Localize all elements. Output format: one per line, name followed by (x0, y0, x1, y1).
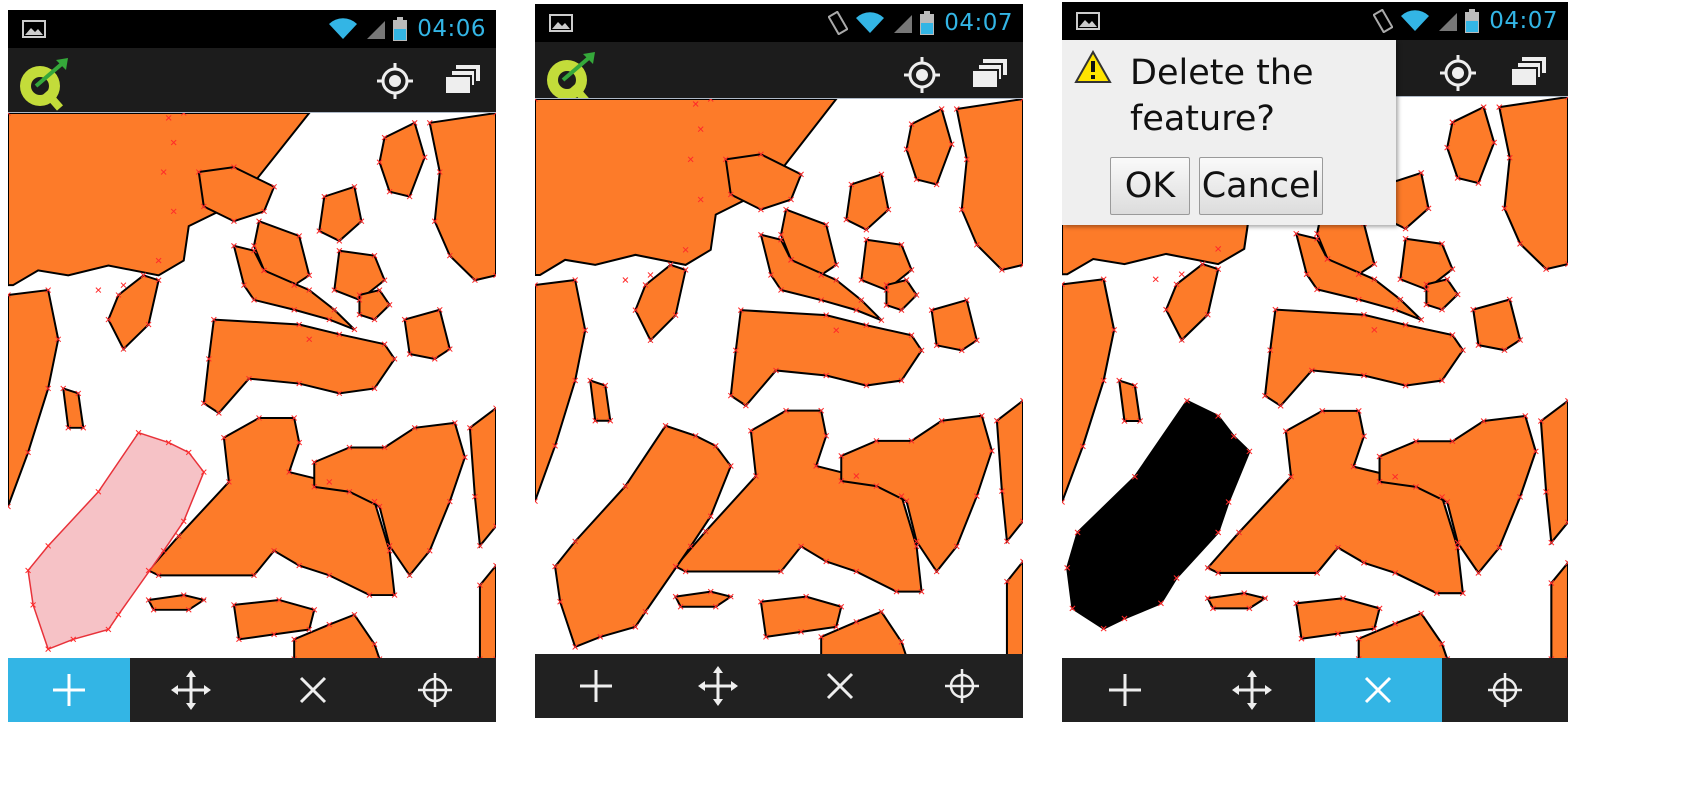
vibrate-icon (828, 11, 849, 35)
delete-feature-icon (826, 672, 854, 700)
delete-feature-icon (299, 676, 327, 704)
vertex-marker (622, 277, 629, 283)
wifi-icon (1401, 10, 1430, 32)
edit-toolbar (1062, 658, 1568, 722)
battery-icon (1465, 9, 1480, 33)
gallery-icon (1076, 12, 1100, 30)
dialog-message: Delete the feature? (1130, 53, 1314, 139)
add-vertex-icon (1487, 673, 1522, 707)
signal-icon (367, 21, 386, 39)
delete-feature-button[interactable] (1315, 658, 1442, 722)
add-feature-button[interactable] (1062, 658, 1189, 722)
gallery-icon (22, 20, 46, 38)
add-feature-icon (1109, 674, 1142, 706)
vertex-marker (1178, 271, 1185, 278)
move-feature-icon (698, 666, 738, 706)
delete-feature-button[interactable] (779, 654, 901, 718)
layers-icon[interactable] (442, 61, 482, 101)
vertex-marker (1152, 276, 1159, 283)
status-clock: 04:06 (417, 16, 486, 42)
signal-icon (1439, 13, 1458, 31)
add-feature-button[interactable] (8, 658, 130, 722)
status-clock: 04:07 (944, 10, 1013, 36)
move-feature-button[interactable] (130, 658, 252, 722)
gps-target-icon[interactable] (375, 61, 415, 101)
gallery-icon (549, 14, 573, 32)
delete-feature-button[interactable] (252, 658, 374, 722)
warning-icon (1074, 50, 1112, 83)
ok-button[interactable]: OK (1110, 157, 1190, 215)
add-feature-icon (53, 674, 85, 706)
map-canvas[interactable] (535, 98, 1023, 658)
vertex-marker (95, 287, 102, 293)
action-bar (8, 48, 496, 112)
move-feature-button[interactable] (657, 654, 779, 718)
move-feature-icon (171, 670, 211, 710)
edit-toolbar (8, 658, 496, 722)
vibrate-icon (1373, 9, 1394, 33)
vertex-marker (647, 272, 654, 278)
map-svg[interactable] (535, 99, 1023, 657)
phone-screen-2: 04:07 (535, 4, 1023, 718)
add-feature-icon (580, 670, 612, 702)
status-bar: 04:06 (8, 10, 496, 48)
gps-target-icon[interactable] (902, 55, 942, 95)
add-feature-button[interactable] (535, 654, 657, 718)
map-canvas[interactable] (8, 112, 496, 660)
edit-toolbar (535, 654, 1023, 718)
selected-polygon (1066, 399, 1251, 630)
wifi-icon (329, 18, 358, 39)
wifi-icon (856, 12, 885, 34)
move-feature-button[interactable] (1189, 658, 1316, 722)
status-bar: 04:07 (1062, 2, 1568, 40)
add-vertex-icon (945, 669, 979, 703)
signal-icon (894, 15, 913, 33)
delete-feature-icon (1365, 676, 1392, 704)
layers-icon[interactable] (1508, 53, 1548, 93)
add-vertex-icon (418, 673, 452, 707)
gps-target-icon[interactable] (1438, 53, 1478, 93)
phone-screen-3: 04:07 Delete the feature? OK Cancel (1062, 2, 1568, 722)
status-clock: 04:07 (1489, 8, 1558, 34)
status-bar: 04:07 (535, 4, 1023, 42)
cancel-button[interactable]: Cancel (1199, 157, 1323, 215)
map-svg[interactable] (8, 113, 496, 659)
add-vertex-button[interactable] (374, 658, 496, 722)
battery-icon (920, 11, 935, 35)
add-vertex-button[interactable] (1442, 658, 1569, 722)
vertex-marker (120, 282, 127, 288)
layers-icon[interactable] (969, 55, 1009, 95)
battery-icon (393, 17, 408, 41)
add-vertex-button[interactable] (901, 654, 1023, 718)
delete-confirm-dialog: Delete the feature? OK Cancel (1062, 40, 1396, 225)
qgis-logo[interactable] (16, 56, 72, 112)
phone-screen-1: 04:06 (8, 10, 496, 722)
move-feature-icon (1231, 670, 1272, 710)
action-bar (535, 42, 1023, 106)
